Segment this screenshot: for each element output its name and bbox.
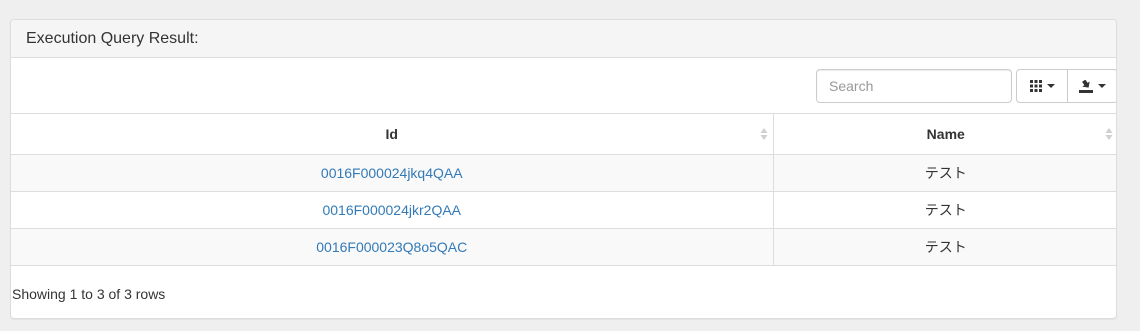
table-toolbar xyxy=(11,58,1116,113)
sort-icon xyxy=(1105,128,1113,140)
table-row: 0016F000024jkq4QAA テスト xyxy=(11,154,1116,192)
record-id-link[interactable]: 0016F000024jkr2QAA xyxy=(322,202,461,218)
table-header-row: Id Name xyxy=(11,113,1116,155)
export-button[interactable] xyxy=(1067,69,1116,103)
panel-title: Execution Query Result: xyxy=(11,20,1116,58)
column-header-id[interactable]: Id xyxy=(11,113,774,155)
table-row: 0016F000024jkr2QAA テスト xyxy=(11,191,1116,229)
record-id-link[interactable]: 0016F000024jkq4QAA xyxy=(321,165,463,181)
cell-name: テスト xyxy=(772,191,1116,229)
toolbar-button-group xyxy=(1016,69,1116,103)
cell-id: 0016F000024jkq4QAA xyxy=(11,154,774,192)
record-id-link[interactable]: 0016F000023Q8o5QAC xyxy=(316,239,467,255)
sort-icon xyxy=(760,128,767,140)
table-row: 0016F000023Q8o5QAC テスト xyxy=(11,228,1116,266)
cell-id: 0016F000024jkr2QAA xyxy=(11,191,774,229)
cell-name: テスト xyxy=(772,228,1116,266)
cell-id: 0016F000023Q8o5QAC xyxy=(11,228,774,266)
column-header-label: Name xyxy=(926,126,965,142)
query-result-panel: Execution Query Result: Search Id Name 0… xyxy=(10,19,1117,319)
search-input[interactable] xyxy=(816,69,1012,103)
chevron-down-icon xyxy=(1046,84,1055,88)
results-table: Id Name 0016F000024jkq4QAA テスト 0016F0000… xyxy=(11,113,1116,266)
pagination-summary: Showing 1 to 3 of 3 rows xyxy=(12,285,166,302)
chevron-down-icon xyxy=(1098,84,1106,88)
columns-toggle-button[interactable] xyxy=(1016,69,1068,103)
column-header-name[interactable]: Name xyxy=(772,113,1116,155)
cell-name: テスト xyxy=(772,154,1116,192)
export-download-icon xyxy=(1079,79,1093,93)
column-header-label: Id xyxy=(385,126,398,142)
columns-grid-icon xyxy=(1029,80,1042,92)
